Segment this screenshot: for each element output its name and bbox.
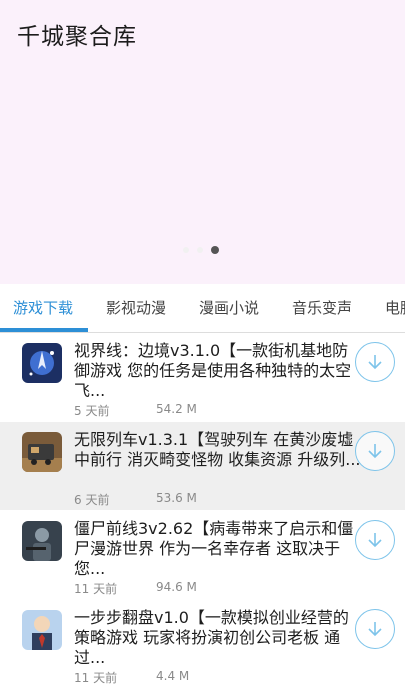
app-title: 千城聚合库 [17,24,137,50]
download-button[interactable] [355,342,395,382]
publish-time: 6 天前 [74,493,110,507]
zombie-game-icon [22,521,62,561]
tab-game-download[interactable]: 游戏下载 [13,297,73,318]
carousel-indicator [183,246,219,254]
file-size: 4.4 M [156,669,190,683]
download-arrow-icon [368,533,382,548]
download-button[interactable] [355,431,395,471]
download-button[interactable] [355,520,395,560]
download-arrow-icon [368,444,382,459]
list-item[interactable]: 视界线：边境v3.1.0【一款街机基地防御游戏 您的任务是使用各种独特的太空飞.… [0,333,405,421]
publish-time: 11 天前 [74,671,118,685]
app-meta: 6 天前 53.6 M [74,491,197,508]
list-item[interactable]: 僵尸前线3v2.62【病毒带来了启示和僵尸漫游世界 作为一名幸存者 这取决于您.… [0,511,405,599]
space-game-icon [22,343,62,383]
tab-indicator [0,328,88,332]
file-size: 54.2 M [156,402,197,416]
app-title: 视界线：边境v3.1.0【一款街机基地防御游戏 您的任务是使用各种独特的太空飞.… [74,341,352,400]
file-size: 53.6 M [156,491,197,505]
app-title: 无限列车v1.3.1【驾驶列车 在黄沙废墟中前行 消灭畸变怪物 收集资源 升级列… [74,430,361,469]
tab-video-anime[interactable]: 影视动漫 [106,297,166,318]
tab-computer[interactable]: 电脑 [385,297,405,318]
carousel-dot [197,247,203,253]
app-meta: 11 天前 94.6 M [74,580,197,597]
download-arrow-icon [368,355,382,370]
business-game-icon [22,610,62,650]
tab-music-voice[interactable]: 音乐变声 [292,297,352,318]
download-button[interactable] [355,609,395,649]
list-item[interactable]: 一步步翻盘v1.0【一款模拟创业经营的策略游戏 玩家将扮演初创公司老板 通过..… [0,600,405,688]
app-title: 一步步翻盘v1.0【一款模拟创业经营的策略游戏 玩家将扮演初创公司老板 通过..… [74,608,349,667]
train-game-icon [22,432,62,472]
banner-carousel[interactable]: 千城聚合库 [0,0,405,284]
list-item[interactable]: 无限列车v1.3.1【驾驶列车 在黄沙废墟中前行 消灭畸变怪物 收集资源 升级列… [0,422,405,510]
category-tabs: 游戏下载 影视动漫 漫画小说 音乐变声 电脑 [0,284,405,333]
carousel-dot-active [211,246,219,254]
download-arrow-icon [368,622,382,637]
app-title: 僵尸前线3v2.62【病毒带来了启示和僵尸漫游世界 作为一名幸存者 这取决于您.… [74,519,354,578]
file-size: 94.6 M [156,580,197,594]
publish-time: 5 天前 [74,404,110,418]
app-meta: 11 天前 4.4 M [74,669,189,686]
carousel-dot [183,247,189,253]
tab-comic-novel[interactable]: 漫画小说 [199,297,259,318]
publish-time: 11 天前 [74,582,118,596]
app-meta: 5 天前 54.2 M [74,402,197,419]
